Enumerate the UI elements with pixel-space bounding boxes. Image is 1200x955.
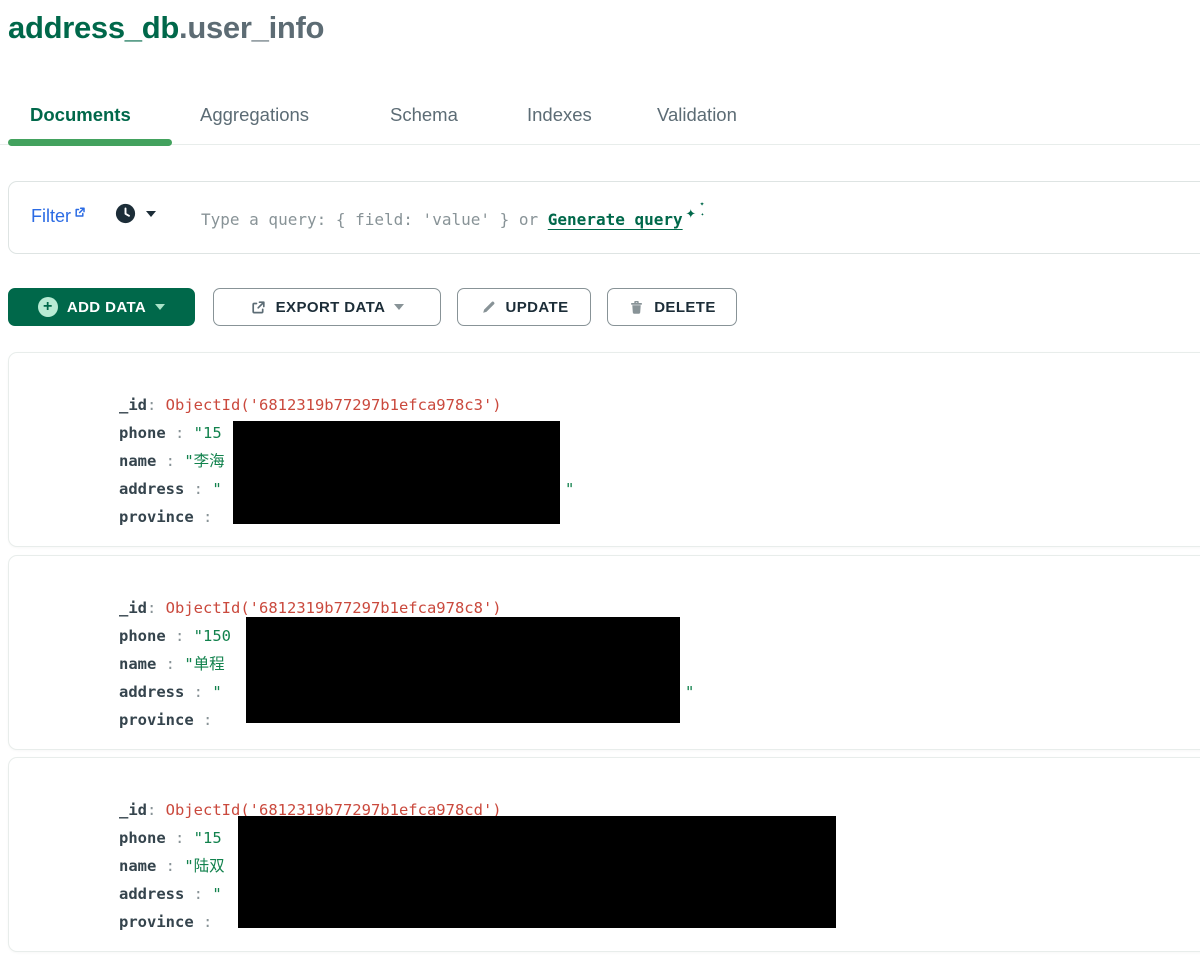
delete-label: DELETE xyxy=(654,299,716,316)
document-field-name: name : "陆双 xyxy=(119,852,225,880)
trash-icon xyxy=(628,299,645,316)
sparkle-icon: ✦✦✦ xyxy=(683,205,709,225)
document-field-phone: phone : "15 xyxy=(119,419,222,447)
redaction-box xyxy=(246,617,680,723)
document-card[interactable]: _id: ObjectId('6812319b77297b1efca978cd'… xyxy=(8,757,1200,952)
document-card[interactable]: _id: ObjectId('6812319b77297b1efca978c3'… xyxy=(8,352,1200,547)
document-field-address: address : " xyxy=(119,880,222,908)
document-field-address: address : " xyxy=(119,678,222,706)
add-data-button[interactable]: + ADD DATA xyxy=(8,288,195,326)
query-history-button[interactable] xyxy=(114,202,156,225)
delete-button[interactable]: DELETE xyxy=(607,288,737,326)
document-field-id: _id: ObjectId('6812319b77297b1efca978c3'… xyxy=(119,391,502,419)
document-card[interactable]: _id: ObjectId('6812319b77297b1efca978c8'… xyxy=(8,555,1200,750)
query-bar[interactable]: Filter Type a query: { field: 'value' } … xyxy=(8,181,1200,254)
document-field-province: province : xyxy=(119,908,222,936)
tabs-divider xyxy=(0,144,1200,145)
update-button[interactable]: UPDATE xyxy=(457,288,591,326)
export-icon xyxy=(250,299,267,316)
filter-link[interactable]: Filter xyxy=(31,206,86,227)
tab-documents[interactable]: Documents xyxy=(30,104,131,126)
tab-indexes[interactable]: Indexes xyxy=(527,104,592,126)
chevron-down-icon xyxy=(155,304,165,310)
document-field-province: province : xyxy=(119,706,222,734)
clock-icon xyxy=(114,202,137,225)
add-data-label: ADD DATA xyxy=(67,299,146,316)
objectid-value: ObjectId('6812319b77297b1efca978c8') xyxy=(166,599,502,617)
document-field-name: name : "单程 xyxy=(119,650,225,678)
external-link-icon xyxy=(73,206,86,219)
collection-view: address_db.user_info Documents Aggregati… xyxy=(0,0,1200,955)
document-field-province: province : xyxy=(119,503,222,531)
page-title: address_db.user_info xyxy=(8,10,324,46)
pencil-icon xyxy=(480,299,497,316)
query-placeholder-text: Type a query: { field: 'value' } or xyxy=(201,210,548,229)
active-tab-indicator xyxy=(8,139,172,146)
export-data-button[interactable]: EXPORT DATA xyxy=(213,288,441,326)
redaction-box xyxy=(233,421,560,524)
plus-circle-icon: + xyxy=(38,297,58,317)
address-closing-quote: " xyxy=(565,475,574,503)
collection-name: user_info xyxy=(187,10,324,45)
objectid-value: ObjectId('6812319b77297b1efca978c3') xyxy=(166,396,502,414)
export-data-label: EXPORT DATA xyxy=(276,299,386,316)
chevron-down-icon xyxy=(394,304,404,310)
document-field-phone: phone : "15 xyxy=(119,824,222,852)
tab-validation[interactable]: Validation xyxy=(657,104,737,126)
tab-schema[interactable]: Schema xyxy=(390,104,458,126)
redaction-box xyxy=(238,816,836,928)
address-closing-quote: " xyxy=(685,678,694,706)
document-field-name: name : "李海 xyxy=(119,447,225,475)
generate-query-link[interactable]: Generate query xyxy=(548,210,683,229)
filter-link-label: Filter xyxy=(31,206,71,227)
database-name: address_db xyxy=(8,10,179,45)
update-label: UPDATE xyxy=(506,299,569,316)
tab-aggregations[interactable]: Aggregations xyxy=(200,104,309,126)
query-input[interactable]: Type a query: { field: 'value' } or Gene… xyxy=(201,205,709,229)
document-field-address: address : " xyxy=(119,475,222,503)
chevron-down-icon xyxy=(146,211,156,217)
document-field-phone: phone : "150 xyxy=(119,622,231,650)
